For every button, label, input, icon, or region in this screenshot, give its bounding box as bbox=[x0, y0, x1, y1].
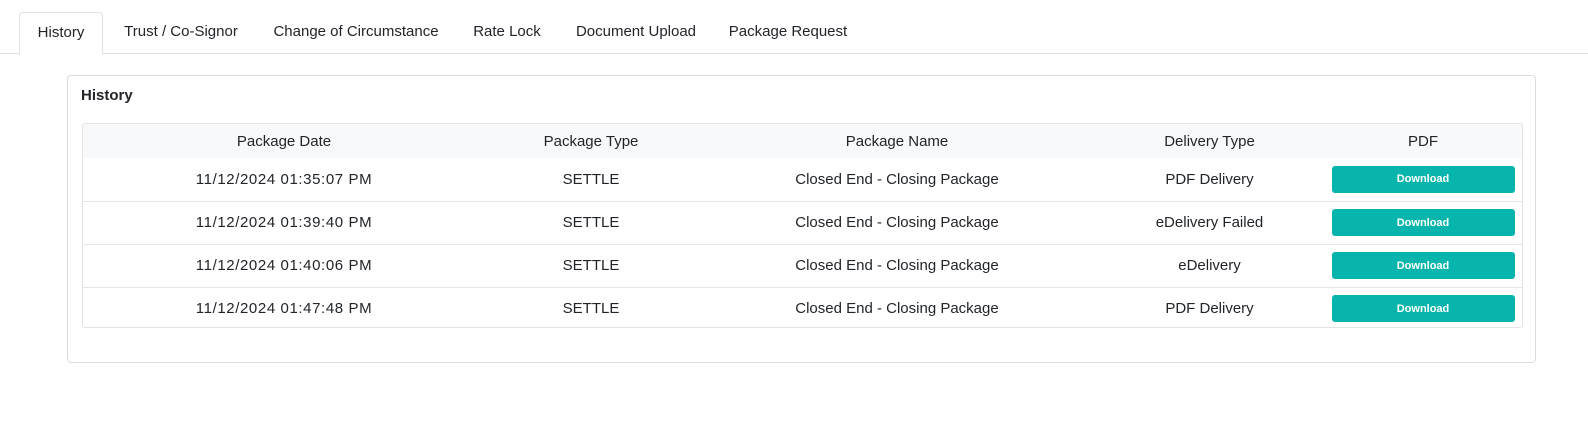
pdf-cell: Download bbox=[1322, 158, 1522, 201]
download-button[interactable]: Download bbox=[1331, 165, 1515, 193]
table-header-row: Package Date Package Type Package Name D… bbox=[83, 124, 1522, 158]
history-card: History Package Date Package Type Packag… bbox=[67, 75, 1536, 363]
package-name-cell: Closed End - Closing Package bbox=[795, 257, 999, 274]
tab-change-of-circumstance[interactable]: Change of Circumstance bbox=[262, 12, 450, 54]
delivery-type-cell: eDelivery Failed bbox=[1155, 214, 1264, 231]
package-name-cell: Closed End - Closing Package bbox=[795, 170, 999, 188]
pdf-cell: Download bbox=[1322, 287, 1522, 327]
package-date-cell: 11/12/2024 01:39:40 PM bbox=[195, 214, 373, 231]
package-type-cell: SETTLE bbox=[562, 300, 620, 318]
tab-trust-co-signor[interactable]: Trust / Co-Signor bbox=[110, 12, 252, 54]
table-row: 11/12/2024 01:47:48 PM SETTLE Closed End… bbox=[83, 287, 1522, 327]
column-header-pdf: PDF bbox=[1408, 132, 1438, 150]
tab-rate-lock[interactable]: Rate Lock bbox=[462, 12, 552, 54]
tab-bar: History Trust / Co-Signor Change of Circ… bbox=[0, 0, 1588, 55]
column-header-delivery-type: Delivery Type bbox=[1164, 132, 1255, 150]
tab-package-request[interactable]: Package Request bbox=[720, 12, 856, 54]
column-header-package-name: Package Name bbox=[845, 132, 949, 150]
package-type-cell: SETTLE bbox=[562, 170, 620, 188]
package-type-cell: SETTLE bbox=[562, 257, 620, 274]
table-row: 11/12/2024 01:35:07 PM SETTLE Closed End… bbox=[83, 158, 1522, 201]
history-table-container: Package Date Package Type Package Name D… bbox=[82, 123, 1523, 328]
pdf-cell: Download bbox=[1322, 201, 1522, 244]
download-button[interactable]: Download bbox=[1331, 209, 1515, 236]
delivery-type-cell: PDF Delivery bbox=[1165, 300, 1254, 318]
table-row: 11/12/2024 01:39:40 PM SETTLE Closed End… bbox=[83, 201, 1522, 244]
history-card-title: History bbox=[81, 87, 133, 104]
download-button[interactable]: Download bbox=[1331, 252, 1515, 279]
delivery-type-cell: eDelivery bbox=[1178, 257, 1241, 274]
history-table: Package Date Package Type Package Name D… bbox=[83, 124, 1522, 327]
delivery-type-cell: PDF Delivery bbox=[1165, 170, 1254, 188]
package-date-cell: 11/12/2024 01:40:06 PM bbox=[195, 257, 373, 274]
tab-document-upload[interactable]: Document Upload bbox=[564, 12, 708, 54]
package-type-cell: SETTLE bbox=[562, 214, 620, 231]
column-header-package-type: Package Type bbox=[543, 132, 639, 150]
download-button[interactable]: Download bbox=[1331, 295, 1515, 323]
package-name-cell: Closed End - Closing Package bbox=[795, 214, 999, 231]
table-row: 11/12/2024 01:40:06 PM SETTLE Closed End… bbox=[83, 244, 1522, 287]
pdf-cell: Download bbox=[1322, 244, 1522, 287]
package-name-cell: Closed End - Closing Package bbox=[795, 300, 999, 318]
package-date-cell: 11/12/2024 01:35:07 PM bbox=[195, 170, 373, 188]
package-date-cell: 11/12/2024 01:47:48 PM bbox=[195, 300, 373, 318]
tab-history[interactable]: History bbox=[19, 12, 103, 55]
column-header-package-date: Package Date bbox=[236, 132, 332, 150]
